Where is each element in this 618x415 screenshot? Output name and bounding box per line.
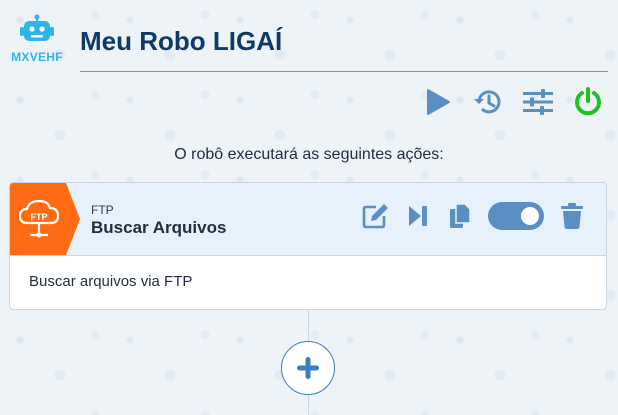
power-icon [575, 87, 601, 116]
svg-text:FTP: FTP [31, 212, 48, 222]
page-title: Meu Robo LIGAÍ [80, 26, 283, 56]
robot-icon [20, 14, 54, 41]
delete-action-button[interactable] [558, 202, 586, 230]
action-type: FTP [91, 203, 114, 217]
ftp-badge-icon: FTP [10, 183, 80, 255]
edit-icon [362, 204, 388, 229]
action-enabled-toggle[interactable] [488, 202, 544, 230]
toolbar [422, 86, 604, 118]
title-divider [80, 71, 608, 72]
play-icon [427, 89, 450, 115]
robot-logo: MXVEHF [8, 14, 66, 64]
trash-icon [561, 203, 583, 229]
action-card: FTP FTP Buscar Arquivos Buscar arquivos … [9, 182, 607, 310]
action-card-controls [362, 202, 586, 230]
step-forward-icon [409, 206, 427, 226]
history-button[interactable] [472, 86, 504, 118]
actions-subtitle: O robô executará as seguintes ações: [174, 146, 444, 163]
copy-icon [450, 203, 471, 228]
settings-button[interactable] [522, 86, 554, 118]
action-description: Buscar arquivos via FTP [29, 273, 193, 290]
history-icon [474, 90, 501, 114]
add-action-button[interactable] [281, 341, 335, 395]
toggle-knob [521, 207, 539, 225]
plus-icon [297, 357, 319, 379]
settings-sliders-icon [523, 89, 553, 115]
robot-code: MXVEHF [11, 50, 63, 64]
action-name: Buscar Arquivos [91, 218, 227, 237]
power-button[interactable] [572, 86, 604, 118]
duplicate-action-button[interactable] [446, 202, 474, 230]
edit-action-button[interactable] [362, 202, 390, 230]
header: MXVEHF Meu Robo LIGAÍ [0, 0, 618, 80]
action-card-header: FTP FTP Buscar Arquivos [10, 183, 606, 256]
run-action-button[interactable] [404, 202, 432, 230]
run-button[interactable] [422, 86, 454, 118]
